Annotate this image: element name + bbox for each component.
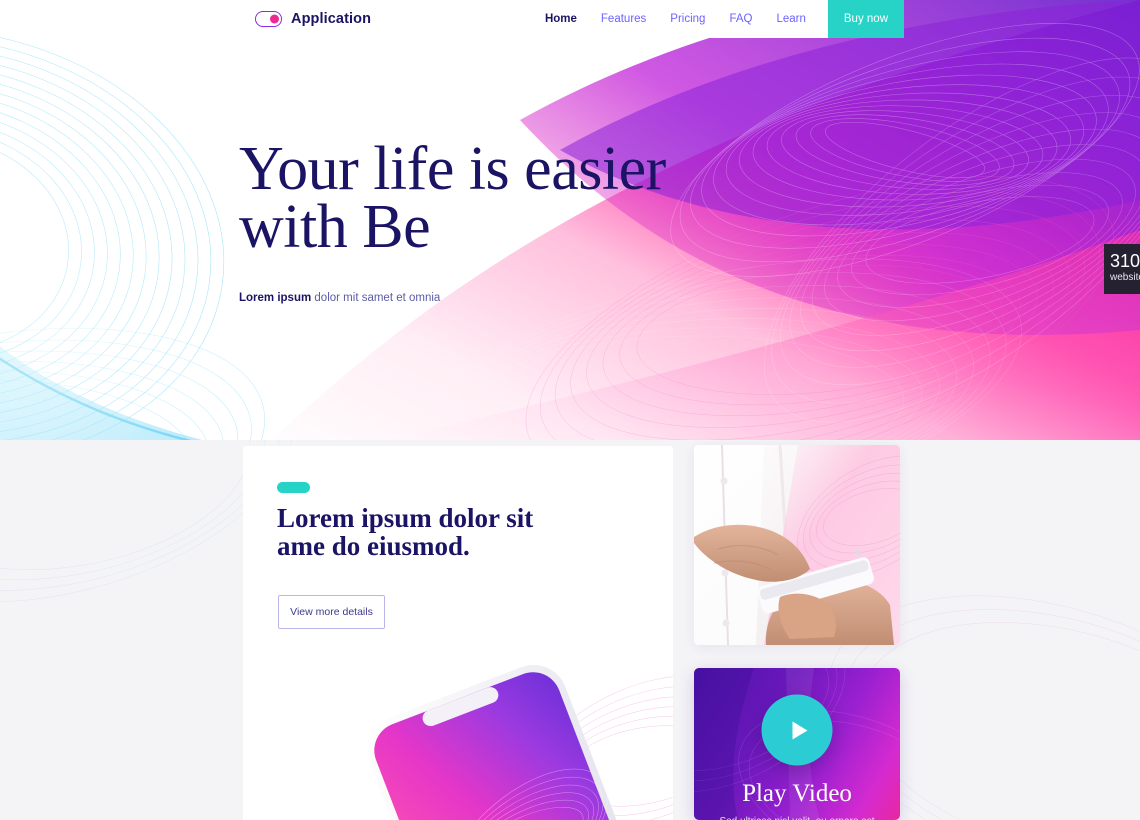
buy-now-button[interactable]: Buy now [827, 0, 904, 38]
hero-text-block: Your life is easier with Be Lorem ipsum … [239, 135, 666, 304]
nav-item-home[interactable]: Home [533, 0, 589, 38]
photo-card [694, 445, 900, 645]
brand-logo[interactable]: Application [255, 11, 371, 27]
video-card-title: Play Video [742, 780, 852, 807]
navbar: Application Home Features Pricing FAQ Le… [239, 0, 904, 38]
phone-mockup-art: Application [243, 646, 673, 820]
video-card[interactable]: Play Video Sed ultrices nisl velit, eu o… [694, 668, 900, 820]
nav-item-learn[interactable]: Learn [764, 0, 817, 38]
hands-holding-phone-photo [694, 445, 900, 645]
page-root: Application Home Features Pricing FAQ Le… [0, 0, 1140, 820]
feature-card: Lorem ipsum dolor sit ame do eiusmod. Vi… [243, 446, 673, 820]
hero-subtitle-rest: dolor mit samet et omnia [311, 292, 441, 304]
websites-count-badge: 310+ websites [1104, 244, 1140, 294]
phone-mockup: Application [243, 646, 673, 820]
play-triangle-icon [792, 721, 807, 739]
nav-item-features[interactable]: Features [589, 0, 658, 38]
toggle-switch-icon [255, 11, 282, 27]
nav-item-faq[interactable]: FAQ [717, 0, 764, 38]
nav-item-pricing[interactable]: Pricing [658, 0, 717, 38]
accent-pill [277, 482, 310, 493]
brand-name: Application [291, 11, 372, 27]
play-button[interactable] [761, 694, 833, 766]
hero-subtitle: Lorem ipsum dolor mit samet et omnia [239, 292, 666, 304]
hero-subtitle-strong: Lorem ipsum [239, 292, 312, 304]
video-card-subtitle: Sed ultrices nisl velit, eu ornare est [694, 816, 900, 820]
view-more-details-button[interactable]: View more details [278, 595, 385, 629]
hero-title: Your life is easier with Be [239, 135, 666, 261]
feature-card-title: Lorem ipsum dolor sit ame do eiusmod. [277, 503, 534, 561]
nav-links: Home Features Pricing FAQ Learn Buy now [533, 0, 904, 38]
badge-label: websites [1110, 272, 1140, 283]
badge-number: 310+ [1110, 251, 1140, 271]
